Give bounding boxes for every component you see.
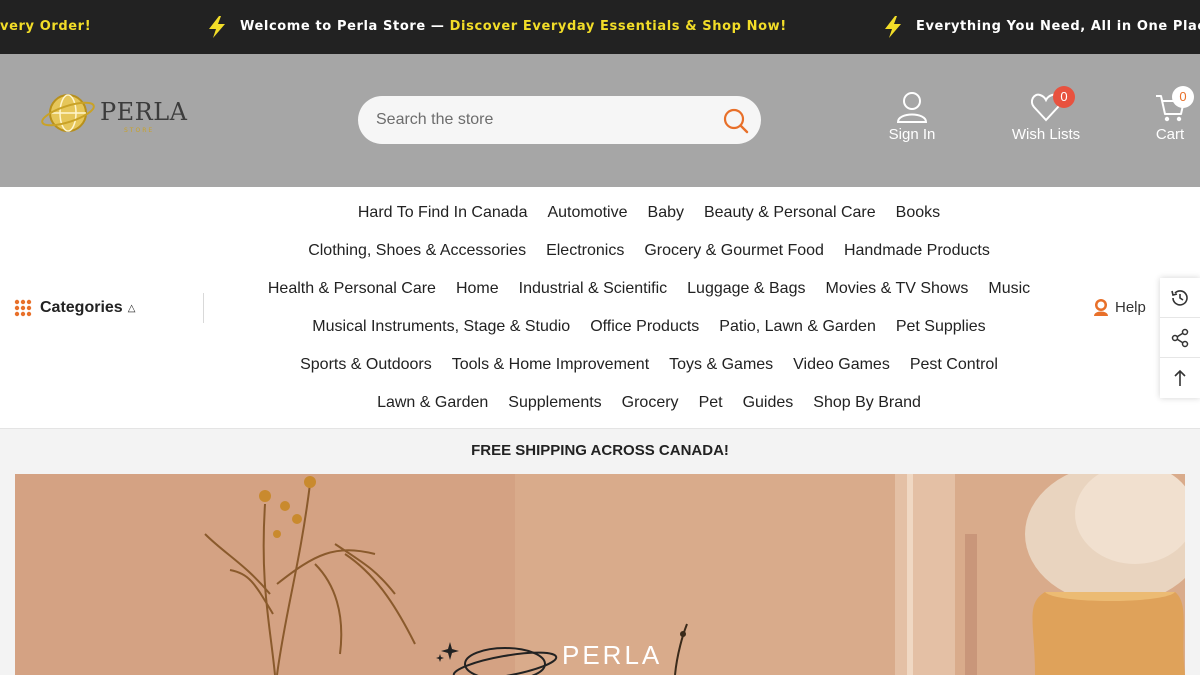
announcement-text: Welcome to Perla Store —: [240, 19, 450, 34]
wishlist-count-badge: 0: [1053, 86, 1075, 108]
menu-item-home[interactable]: Home: [456, 280, 499, 298]
menu-item-automotive[interactable]: Automotive: [547, 204, 627, 222]
menu-item-industrial[interactable]: Industrial & Scientific: [519, 280, 668, 298]
menu-item-handmade[interactable]: Handmade Products: [844, 242, 990, 260]
help-label: Help: [1115, 298, 1146, 316]
menu-item-patio[interactable]: Patio, Lawn & Garden: [719, 318, 876, 336]
search-bar: [358, 96, 761, 144]
side-toolbar: [1160, 278, 1200, 398]
menu-item-baby[interactable]: Baby: [648, 204, 684, 222]
announcement-text: very Order!: [0, 19, 92, 34]
announcement-item: very Order!: [0, 0, 91, 54]
store-logo[interactable]: PERLA STORE: [40, 87, 190, 139]
categories-toggle[interactable]: Categories △: [14, 297, 135, 319]
sign-in-label: Sign In: [888, 126, 936, 143]
user-icon: [896, 92, 928, 123]
menu-row: Health & Personal Care Home Industrial &…: [218, 270, 1080, 308]
site-header: PERLA STORE Sign In Wish Lists 0 Cart 0: [0, 54, 1200, 187]
menu-item-luggage[interactable]: Luggage & Bags: [687, 280, 805, 298]
menu-row: Lawn & Garden Supplements Grocery Pet Gu…: [218, 384, 1080, 422]
menu-item-toys[interactable]: Toys & Games: [669, 356, 773, 374]
announcement-text: Everything You Need, All in One Place: [916, 19, 1200, 34]
menu-item-musical-instruments[interactable]: Musical Instruments, Stage & Studio: [312, 318, 570, 336]
menu-item-beauty[interactable]: Beauty & Personal Care: [704, 204, 876, 222]
menu-item-video-games[interactable]: Video Games: [793, 356, 890, 374]
menu-item-lawn-garden[interactable]: Lawn & Garden: [377, 394, 488, 412]
globe-logo-icon: [41, 94, 95, 132]
share-button[interactable]: [1160, 318, 1200, 358]
free-shipping-banner: FREE SHIPPING ACROSS CANADA!: [0, 430, 1200, 474]
sign-in-link[interactable]: Sign In: [886, 90, 938, 143]
cart-count-badge: 0: [1172, 86, 1194, 108]
menu-row: Clothing, Shoes & Accessories Electronic…: [218, 232, 1080, 270]
menu-row: Hard To Find In Canada Automotive Baby B…: [218, 194, 1080, 232]
lightning-bolt-icon: [209, 16, 225, 38]
arrow-up-icon: [1174, 369, 1186, 386]
cart-label: Cart: [1155, 126, 1185, 143]
nav-divider: [203, 293, 204, 323]
menu-item-guides[interactable]: Guides: [743, 394, 794, 412]
menu-item-books[interactable]: Books: [896, 204, 940, 222]
menu-item-electronics[interactable]: Electronics: [546, 242, 624, 260]
recently-viewed-button[interactable]: [1160, 278, 1200, 318]
categories-label: Categories: [40, 299, 123, 316]
support-agent-icon: [1094, 299, 1108, 316]
grid-icon: [14, 299, 32, 317]
back-to-top-button[interactable]: [1160, 358, 1200, 398]
menu-item-pet[interactable]: Pet: [699, 394, 723, 412]
search-input[interactable]: [376, 108, 706, 132]
menu-item-pest-control[interactable]: Pest Control: [910, 356, 998, 374]
menu-item-clothing[interactable]: Clothing, Shoes & Accessories: [308, 242, 526, 260]
menu-item-health[interactable]: Health & Personal Care: [268, 280, 436, 298]
menu-item-hard-to-find[interactable]: Hard To Find In Canada: [358, 204, 528, 222]
menu-item-tools[interactable]: Tools & Home Improvement: [452, 356, 649, 374]
announcement-highlight: Discover Everyday Essentials & Shop Now!: [449, 19, 787, 34]
help-link[interactable]: Help: [1093, 298, 1146, 316]
hero-brand-text: PERLA: [562, 640, 663, 670]
history-icon: [1171, 289, 1188, 306]
announcement-item: Welcome to Perla Store — Discover Everyd…: [240, 0, 787, 54]
menu-item-shop-by-brand[interactable]: Shop By Brand: [813, 394, 921, 412]
chevron-up-icon: △: [127, 302, 136, 314]
menu-item-supplements[interactable]: Supplements: [508, 394, 601, 412]
menu-item-grocery-gourmet[interactable]: Grocery & Gourmet Food: [644, 242, 824, 260]
main-navigation: Categories △ Hard To Find In Canada Auto…: [0, 187, 1200, 429]
menu-item-movies[interactable]: Movies & TV Shows: [825, 280, 968, 298]
search-icon[interactable]: [721, 106, 751, 136]
menu-item-music[interactable]: Music: [988, 280, 1030, 298]
announcement-item: Everything You Need, All in One Place: [916, 0, 1200, 54]
menu-item-office[interactable]: Office Products: [590, 318, 699, 336]
menu-item-grocery[interactable]: Grocery: [622, 394, 679, 412]
logo-subtext: STORE: [124, 127, 155, 134]
menu-item-sports[interactable]: Sports & Outdoors: [300, 356, 432, 374]
logo-text: PERLA: [100, 98, 188, 126]
category-menu: Hard To Find In Canada Automotive Baby B…: [218, 194, 1080, 422]
menu-item-pet-supplies[interactable]: Pet Supplies: [896, 318, 986, 336]
menu-row: Musical Instruments, Stage & Studio Offi…: [218, 308, 1080, 346]
lightning-bolt-icon: [885, 16, 901, 38]
menu-row: Sports & Outdoors Tools & Home Improveme…: [218, 346, 1080, 384]
wishlist-label: Wish Lists: [1011, 126, 1081, 143]
hero-banner[interactable]: PERLA: [15, 474, 1185, 675]
share-icon: [1171, 328, 1189, 347]
announcement-bar: very Order! Welcome to Perla Store — Dis…: [0, 0, 1200, 54]
